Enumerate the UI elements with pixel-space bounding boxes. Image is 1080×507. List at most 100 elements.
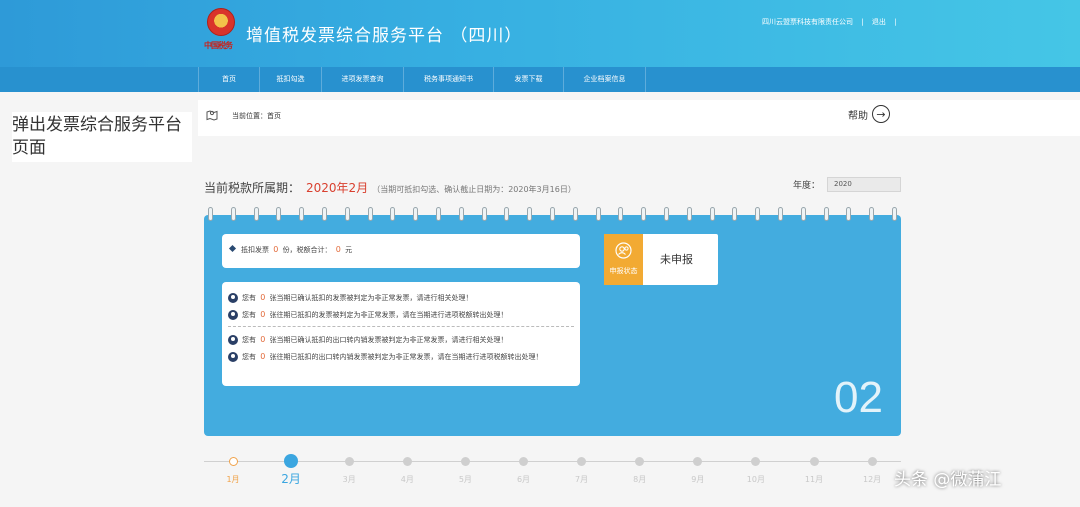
year-label: 年度： [793, 181, 821, 191]
overlay-title: 弹出发票综合服务平台页面 [12, 112, 192, 162]
binder-ring [435, 207, 441, 221]
nav-item-home[interactable]: 首页 [198, 67, 260, 92]
calendar-rings [204, 207, 901, 223]
timeline-month-label[interactable]: 8月 [620, 474, 660, 485]
timeline-month-dot[interactable] [867, 457, 877, 466]
deduction-summary-card: 抵扣发票 0 份，税额合计： 0 元 [222, 234, 580, 268]
binder-ring [732, 207, 738, 221]
invoice-count: 0 [273, 245, 279, 254]
year-select[interactable]: 2020 [827, 177, 901, 192]
header: 中国税务 增值税发票综合服务平台 （四川） 四川云盟票科技有限责任公司 | 退出… [0, 0, 1080, 67]
help-label: 帮助 [848, 110, 868, 122]
binder-ring [321, 207, 327, 221]
help-button[interactable]: 帮助 → [848, 105, 890, 123]
timeline-month-label[interactable]: 10月 [736, 474, 776, 485]
timeline-month-label[interactable]: 5月 [445, 474, 485, 485]
binder-ring [344, 207, 350, 221]
nav-item-company-profile[interactable]: 企业档案信息 [564, 67, 646, 92]
summary-mid: 份，税额合计： [282, 246, 332, 254]
user-alert-icon [228, 293, 238, 303]
notice-item: 您有 0 张当期已确认抵扣的发票被判定为非正常发票，请进行相关处理！ [228, 292, 568, 304]
deduction-summary: 抵扣发票 0 份，税额合计： 0 元 [228, 244, 353, 255]
arrow-right-circle-icon: → [872, 105, 890, 123]
binder-ring [869, 207, 875, 221]
timeline-month-dot[interactable] [460, 457, 470, 466]
timeline-month-label[interactable]: 4月 [387, 474, 427, 485]
user-alert-icon [228, 352, 238, 362]
user-alert-icon [228, 310, 238, 320]
status-icon-box: 申报状态 [604, 234, 643, 285]
breadcrumb: 当前位置：首页 [232, 112, 281, 120]
timeline-month-dot[interactable] [344, 457, 354, 466]
tax-emblem-logo: 中国税务 [204, 6, 238, 56]
binder-ring [572, 207, 578, 221]
filing-status-value: 未申报 [660, 253, 693, 266]
timeline-month-label[interactable]: 11月 [794, 474, 834, 485]
timeline-month-dot[interactable] [228, 457, 238, 466]
binder-ring [230, 207, 236, 221]
dashed-divider [228, 326, 574, 327]
notice-item: 您有 0 张当期已确认抵扣的出口转内销发票被判定为非正常发票，请进行相关处理！ [228, 334, 568, 346]
binder-ring [755, 207, 761, 221]
timeline-month-dot[interactable] [519, 457, 528, 466]
timeline-month-label[interactable]: 7月 [562, 474, 602, 485]
watermark-text: 头条 @微蒲江 [894, 470, 1002, 490]
binder-ring [276, 207, 282, 221]
binder-ring [823, 207, 829, 221]
binder-ring [663, 207, 669, 221]
binder-ring [549, 207, 555, 221]
timeline-month-dot[interactable] [284, 454, 299, 468]
abnormal-invoice-notices: 您有 0 张当期已确认抵扣的发票被判定为非正常发票，请进行相关处理！ 您有 0 … [222, 282, 580, 386]
logout-link[interactable]: 退出 [872, 18, 886, 26]
timeline-month-dot[interactable] [402, 457, 412, 466]
binder-ring [299, 207, 305, 221]
breadcrumb-bar: 当前位置：首页 帮助 → [198, 100, 1080, 136]
separator: | [894, 18, 897, 26]
timeline-month-dot[interactable] [751, 457, 761, 466]
emblem-icon [207, 8, 235, 36]
notice-text: 张当期已确认抵扣的发票被判定为非正常发票，请进行相关处理！ [269, 294, 473, 302]
location-map-icon [206, 110, 218, 121]
diamond-bullet-icon [228, 244, 237, 253]
binder-ring [367, 207, 373, 221]
timeline-month-dot[interactable] [809, 457, 819, 466]
timeline-month-label[interactable]: 6月 [504, 474, 544, 485]
notice-count: 0 [260, 293, 266, 302]
status-caption: 申报状态 [609, 267, 638, 275]
binder-ring [390, 207, 396, 221]
binder-ring [527, 207, 533, 221]
nav-item-input-invoice-query[interactable]: 进项发票查询 [322, 67, 404, 92]
nav-item-invoice-download[interactable]: 发票下载 [494, 67, 564, 92]
timeline-month-label[interactable]: 9月 [678, 474, 718, 485]
filing-status-box[interactable]: 申报状态 未申报 [604, 234, 718, 285]
timeline-month-label[interactable]: 2月 [271, 470, 311, 487]
binder-ring [641, 207, 647, 221]
nav-item-deduction-selection[interactable]: 抵扣勾选 [260, 67, 322, 92]
timeline-month-dot[interactable] [635, 457, 645, 466]
binder-ring [686, 207, 692, 221]
tax-period-heading: 当前税款所属期： 2020年2月 （当期可抵扣勾选、确认截止日期为：2020年3月1… [204, 177, 576, 196]
month-timeline [204, 461, 901, 462]
user-alert-icon [228, 335, 238, 345]
binder-ring [595, 207, 601, 221]
notice-text: 张往期已抵扣的发票被判定为非正常发票，请在当期进行进项税额转出处理！ [269, 311, 508, 319]
top-links: 四川云盟票科技有限责任公司 | 退出 | [762, 17, 902, 27]
timeline-month-dot[interactable] [577, 457, 587, 466]
summary-suffix: 元 [345, 246, 353, 254]
notice-text: 张往期已抵扣的出口转内销发票被判定为非正常发票，请在当期进行进项税额转出处理！ [269, 353, 543, 361]
notice-item: 您有 0 张往期已抵扣的发票被判定为非正常发票，请在当期进行进项税额转出处理！ [228, 309, 568, 321]
nav-item-tax-notice[interactable]: 税务事项通知书 [404, 67, 494, 92]
tax-amount: 0 [335, 245, 341, 254]
notice-count: 0 [260, 352, 266, 361]
current-month-number: 02 [834, 373, 883, 422]
company-name: 四川云盟票科技有限责任公司 [762, 18, 853, 26]
timeline-month-label[interactable]: 12月 [852, 474, 892, 485]
page: 中国税务 增值税发票综合服务平台 （四川） 四川云盟票科技有限责任公司 | 退出… [0, 0, 1080, 507]
timeline-month-dot[interactable] [693, 457, 703, 466]
timeline-month-label[interactable]: 3月 [329, 474, 369, 485]
timeline-month-label[interactable]: 1月 [213, 474, 253, 485]
main-nav: 首页 抵扣勾选 进项发票查询 税务事项通知书 发票下载 企业档案信息 [0, 67, 1080, 92]
period-note: （当期可抵扣勾选、确认截止日期为：2020年3月16日） [372, 185, 576, 194]
binder-ring [253, 207, 259, 221]
binder-ring [481, 207, 487, 221]
